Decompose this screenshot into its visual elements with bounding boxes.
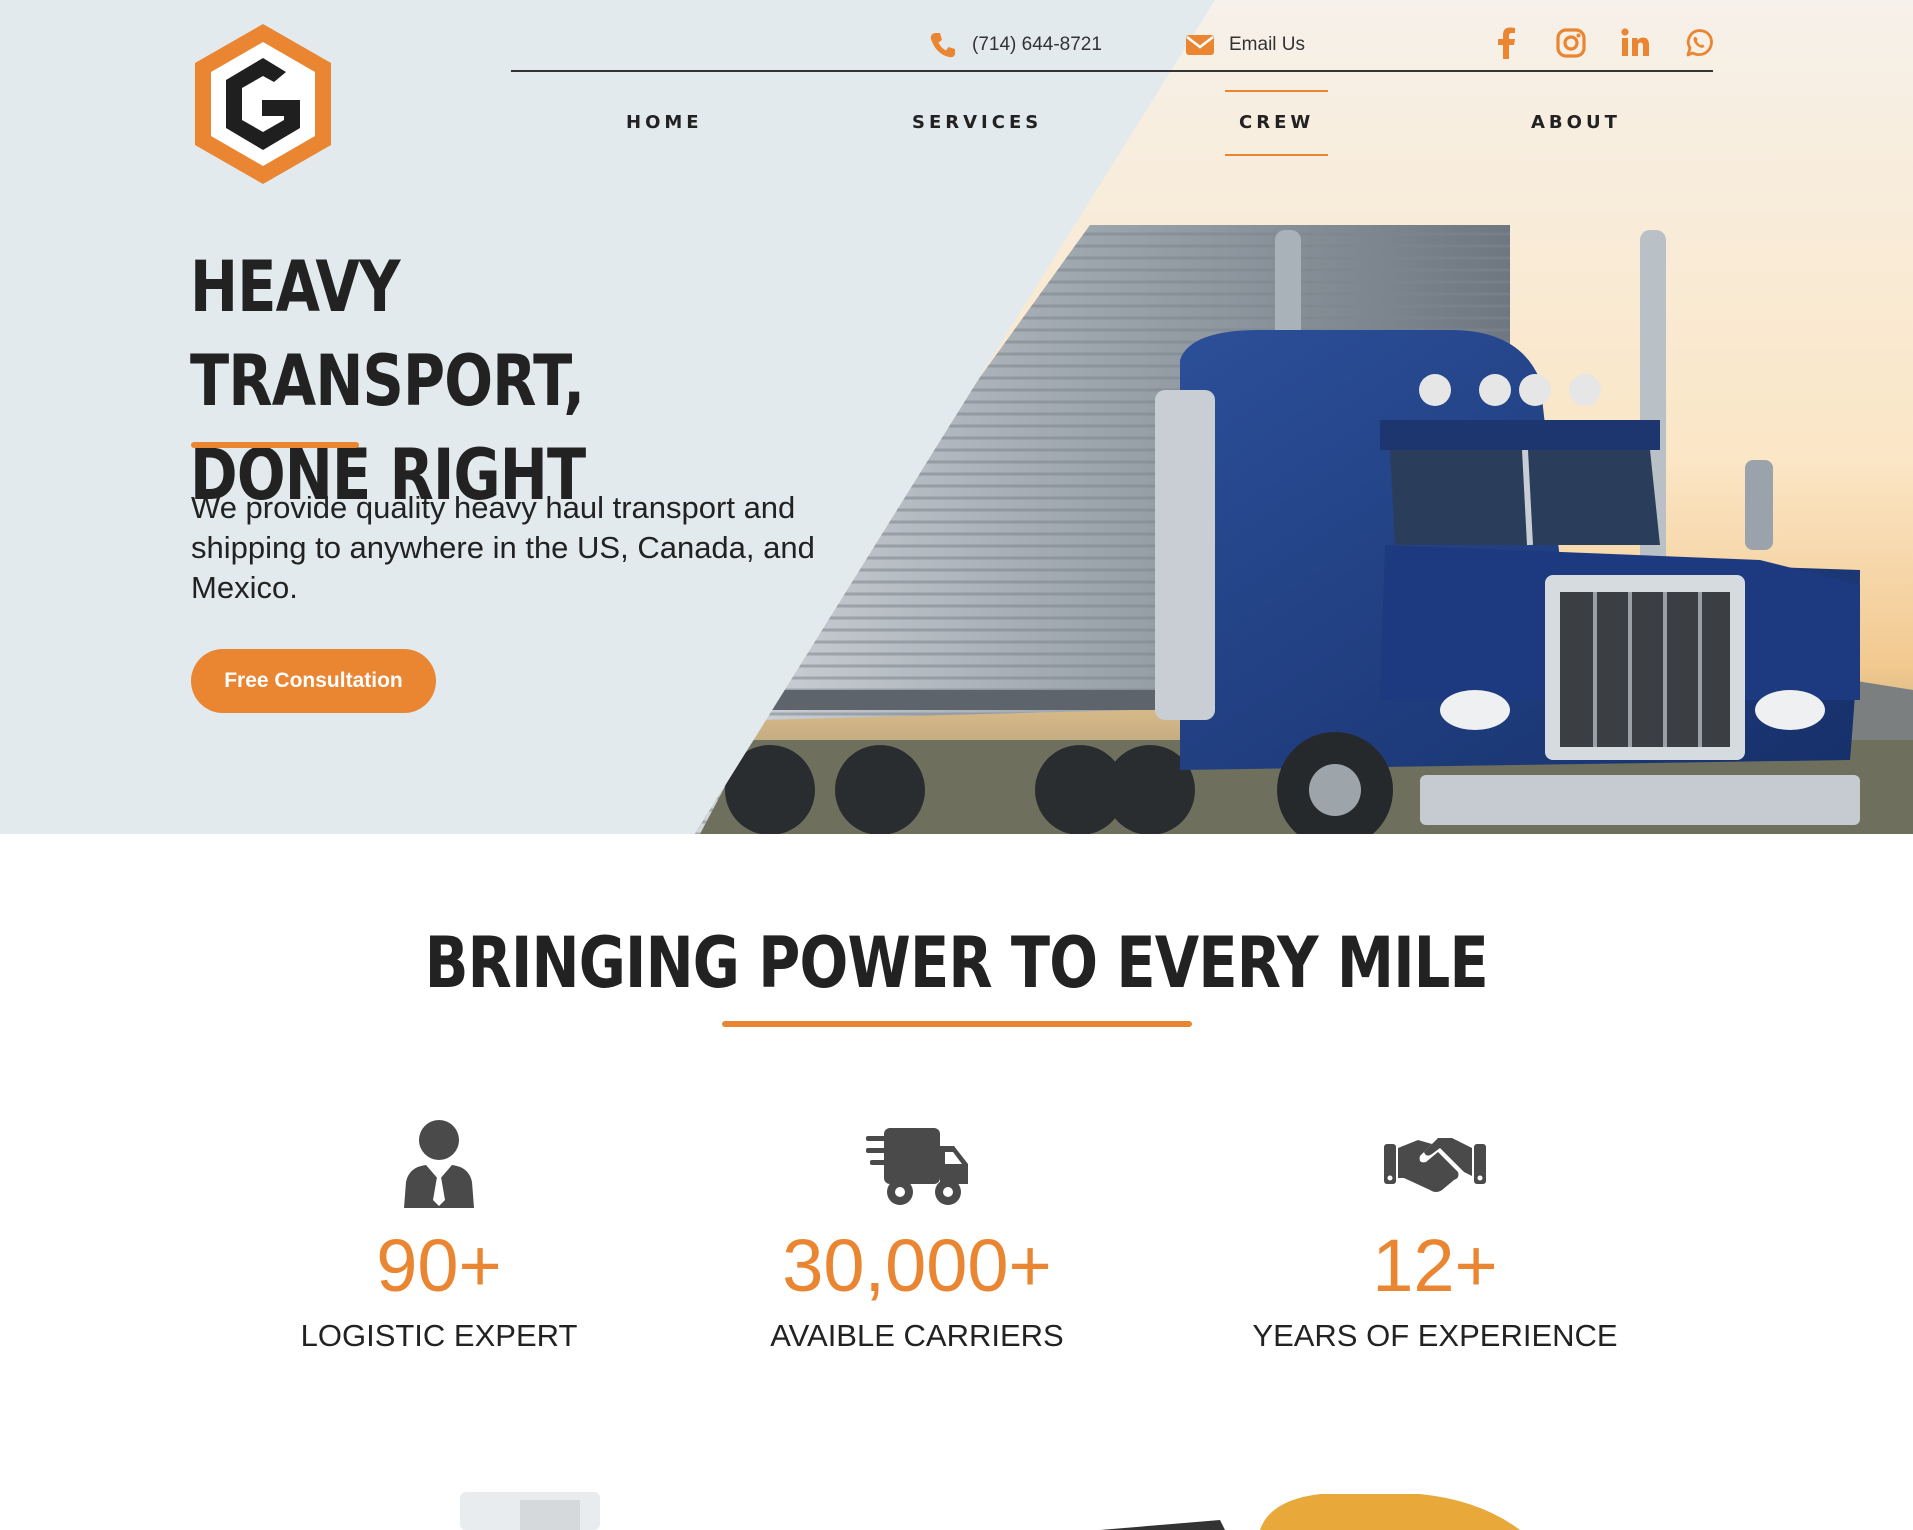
hero-underline [191,442,359,448]
hero-title-line1: HEAVY TRANSPORT, [190,246,585,422]
nav-services[interactable]: SERVICES [912,90,1042,156]
hero-section: (714) 644-8721 Email Us HOME SERVICES CR… [0,0,1913,834]
stat-value: 30,000+ [782,1224,1052,1307]
stat-years-experience: 12+ YEARS OF EXPERIENCE [1225,1120,1645,1356]
stat-label: YEARS OF EXPERIENCE [1252,1318,1618,1353]
stat-label: LOGISTIC EXPERT [300,1318,578,1353]
phone-number[interactable]: (714) 644-8721 [972,34,1102,56]
phone-contact[interactable]: (714) 644-8721 [928,30,1102,60]
stat-logistic-experts: 90+ LOGISTIC EXPERT [229,1120,649,1356]
hexagon-g-logo[interactable] [190,20,336,188]
stat-label: AVAIBLE CARRIERS [770,1318,1064,1353]
linkedin-icon[interactable] [1618,26,1652,60]
handshake-icon [1384,1138,1486,1192]
header-divider [511,70,1713,72]
fast-truck-icon [862,1128,968,1205]
stat-value: 90+ [376,1224,502,1307]
businessman-icon [404,1120,474,1208]
whatsapp-icon[interactable] [1682,26,1716,60]
stats-title-underline [722,1021,1192,1027]
service-image-partial [460,1492,600,1530]
stats-title-text: BRINGING POWER TO EVERY MILE [424,922,1489,1004]
equipment-image-partial [1100,1494,1520,1530]
social-links [1490,26,1716,60]
stat-carriers: 30,000+ AVAIBLE CARRIERS [707,1120,1127,1356]
envelope-icon [1186,35,1214,55]
nav-crew[interactable]: CREW [1225,90,1329,156]
stat-value: 12+ [1372,1224,1498,1307]
hero-description: We provide quality heavy haul transport … [191,490,815,605]
instagram-icon[interactable] [1554,26,1588,60]
nav-home[interactable]: HOME [626,90,703,156]
nav-about[interactable]: ABOUT [1531,90,1621,156]
stats-section-title: BRINGING POWER TO EVERY MILE [0,918,1913,1008]
email-link[interactable]: Email Us [1229,34,1305,56]
free-consultation-button[interactable]: Free Consultation [191,649,436,713]
phone-icon [930,33,955,58]
hero-title: HEAVY TRANSPORT, DONE RIGHT [190,240,764,522]
facebook-icon[interactable] [1490,26,1524,60]
email-contact[interactable]: Email Us [1185,30,1305,60]
